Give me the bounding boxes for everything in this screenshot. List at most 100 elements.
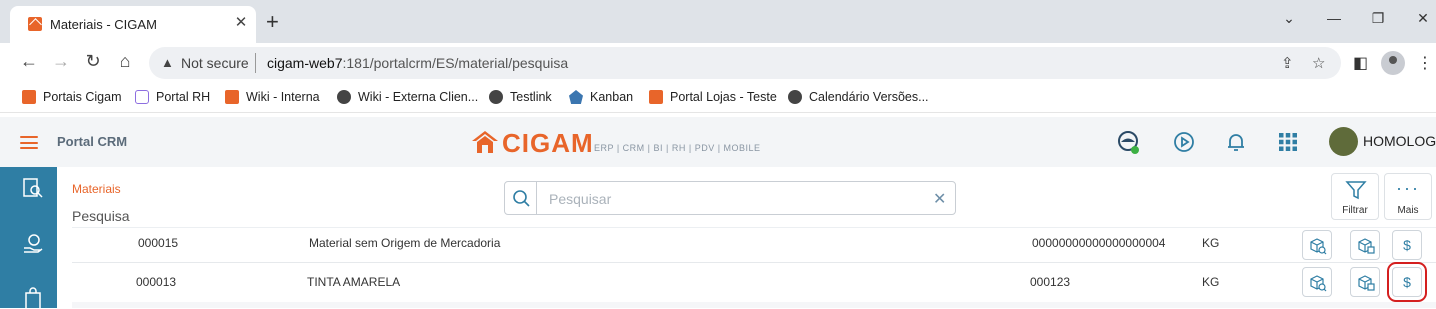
kanban-icon xyxy=(569,90,583,104)
material-description: Material sem Origem de Mercadoria xyxy=(309,236,501,250)
bookmark-label: Portal Lojas - Teste xyxy=(670,90,777,104)
forward-icon[interactable]: → xyxy=(49,51,73,72)
material-reference: 000123 xyxy=(1030,275,1071,289)
bookmark-portal-rh[interactable]: Portal RH xyxy=(135,90,210,104)
bookmark-star-icon[interactable]: ☆ xyxy=(1312,54,1325,72)
tab-title: Materiais - CIGAM xyxy=(50,17,157,32)
window-close-icon[interactable]: ✕ xyxy=(1413,10,1433,27)
search-icon xyxy=(513,190,530,207)
warning-icon[interactable]: ▲ xyxy=(161,55,174,70)
clear-search-icon[interactable]: ✕ xyxy=(933,189,946,209)
material-reference: 00000000000000000004 xyxy=(1032,236,1166,250)
material-code: 000013 xyxy=(136,275,177,289)
logo-subtitle: ERP | CRM | BI | RH | PDV | MOBILE xyxy=(594,143,761,153)
security-label[interactable]: Not secure xyxy=(181,55,249,71)
reload-icon[interactable]: ↻ xyxy=(81,51,105,72)
more-button[interactable]: ··· Mais xyxy=(1384,173,1432,220)
bookmark-wiki-externa[interactable]: Wiki - Externa Clien... xyxy=(337,90,478,104)
bookmark-testlink[interactable]: Testlink xyxy=(489,90,552,104)
more-dots-icon: ··· xyxy=(1396,178,1420,198)
new-tab-icon[interactable]: + xyxy=(266,9,279,35)
browser-menu-icon[interactable]: ⋮ xyxy=(1417,53,1433,73)
app-header: Portal CRM CIGAM ERP | CRM | BI | RH | P… xyxy=(0,117,1436,167)
dollar-icon: $ xyxy=(1403,274,1411,290)
back-icon[interactable]: ← xyxy=(17,51,41,72)
bookmark-kanban[interactable]: Kanban xyxy=(569,90,633,104)
dollar-icon: $ xyxy=(1403,237,1411,253)
box-list-icon xyxy=(1358,238,1375,254)
bookmark-calendario[interactable]: Calendário Versões... xyxy=(788,90,929,104)
bookmarks-bar: Portais Cigam Portal RH Wiki - Interna W… xyxy=(0,83,1436,113)
stock-details-button[interactable] xyxy=(1350,230,1380,260)
logo-word: CIGAM xyxy=(502,128,594,158)
support-agent-icon[interactable] xyxy=(1116,130,1140,154)
bookmark-label: Wiki - Interna xyxy=(246,90,320,104)
stock-search-button[interactable] xyxy=(1302,267,1332,297)
chat-icon xyxy=(135,90,149,104)
filter-funnel-icon xyxy=(1345,181,1367,200)
search-input[interactable]: Pesquisar ✕ xyxy=(504,181,956,215)
bookmark-label: Portal RH xyxy=(156,90,211,104)
table-bottom-divider xyxy=(72,302,1436,308)
table-row[interactable]: 000013 TINTA AMARELA 000123 KG $ xyxy=(72,262,1436,302)
notifications-bell-icon[interactable] xyxy=(1224,130,1248,154)
cigam-logo-mark-icon xyxy=(472,131,498,153)
stock-details-button[interactable] xyxy=(1350,267,1380,297)
material-description: TINTA AMARELA xyxy=(307,275,401,289)
stock-search-button[interactable] xyxy=(1302,230,1332,260)
apps-grid-icon[interactable] xyxy=(1276,130,1300,154)
box-list-icon xyxy=(1358,275,1375,291)
globe-icon xyxy=(788,90,802,104)
material-unit: KG xyxy=(1202,236,1220,250)
search-icon-box[interactable] xyxy=(505,182,537,214)
bookmark-label: Kanban xyxy=(590,90,634,104)
minimize-icon[interactable]: — xyxy=(1324,10,1344,26)
maximize-icon[interactable]: ❐ xyxy=(1368,10,1388,27)
shopping-bag-icon[interactable] xyxy=(22,287,44,309)
hamburger-menu-icon[interactable] xyxy=(20,136,38,149)
page-title: Pesquisa xyxy=(72,208,130,224)
portal-title: Portal CRM xyxy=(57,134,128,149)
bookmark-portais-cigam[interactable]: Portais Cigam xyxy=(22,90,122,104)
url-text[interactable]: cigam-web7:181/portalcrm/ES/material/pes… xyxy=(267,55,568,71)
filter-button[interactable]: Filtrar xyxy=(1331,173,1379,220)
play-video-icon[interactable] xyxy=(1172,130,1196,154)
user-avatar xyxy=(1329,127,1358,156)
cigam-favicon-icon xyxy=(28,17,42,31)
filter-label: Filtrar xyxy=(1342,205,1368,216)
price-button[interactable]: $ xyxy=(1392,230,1422,260)
user-name: HOMOLOG xyxy=(1363,133,1436,149)
tab-search-chevron-icon[interactable]: ⌄ xyxy=(1279,10,1299,27)
cigam-icon xyxy=(649,90,663,104)
side-panel-icon[interactable]: ◧ xyxy=(1353,53,1368,73)
url-host: cigam-web7 xyxy=(267,55,343,71)
material-unit: KG xyxy=(1202,275,1220,289)
money-hand-icon[interactable] xyxy=(22,233,44,255)
address-bar[interactable]: ▲ Not secure cigam-web7:181/portalcrm/ES… xyxy=(149,47,1341,79)
bookmark-label: Wiki - Externa Clien... xyxy=(358,90,479,104)
search-document-icon[interactable] xyxy=(22,177,44,199)
browser-tab[interactable]: Materiais - CIGAM ✕ xyxy=(10,6,256,43)
browser-toolbar: ← → ↻ ⌂ ▲ Not secure cigam-web7:181/port… xyxy=(0,43,1436,83)
breadcrumb[interactable]: Materiais xyxy=(72,182,121,196)
bookmark-wiki-interna[interactable]: Wiki - Interna xyxy=(225,90,320,104)
browser-tab-strip: Materiais - CIGAM ✕ + ⌄ — ❐ ✕ xyxy=(0,0,1436,43)
price-button-highlighted[interactable]: $ xyxy=(1387,262,1427,302)
cigam-icon xyxy=(225,90,239,104)
close-tab-icon[interactable]: ✕ xyxy=(232,13,250,31)
material-code: 000015 xyxy=(138,236,179,250)
profile-avatar-icon[interactable] xyxy=(1381,51,1405,75)
search-placeholder: Pesquisar xyxy=(549,191,612,207)
globe-icon xyxy=(489,90,503,104)
bookmark-portal-lojas[interactable]: Portal Lojas - Teste xyxy=(649,90,777,104)
home-icon[interactable]: ⌂ xyxy=(113,51,137,72)
bookmark-label: Calendário Versões... xyxy=(809,90,929,104)
share-icon[interactable]: ⇪ xyxy=(1281,54,1294,72)
bookmark-label: Portais Cigam xyxy=(43,90,122,104)
table-row[interactable]: 000015 Material sem Origem de Mercadoria… xyxy=(72,227,1436,261)
cigam-icon xyxy=(22,90,36,104)
sidebar xyxy=(0,167,57,309)
box-search-icon xyxy=(1310,275,1327,292)
globe-icon xyxy=(337,90,351,104)
address-divider xyxy=(255,53,256,73)
